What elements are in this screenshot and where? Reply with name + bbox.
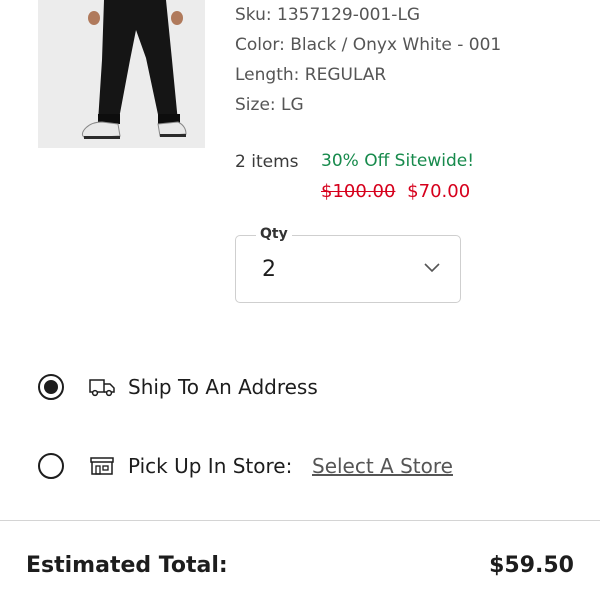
- summary-divider: [0, 520, 600, 521]
- ship-radio[interactable]: [38, 374, 64, 400]
- product-color: Color: Black / Onyx White - 001: [235, 35, 502, 55]
- estimated-total-label: Estimated Total:: [26, 553, 228, 578]
- pickup-radio[interactable]: [38, 453, 64, 479]
- original-price: $100.00: [321, 181, 396, 202]
- sale-price: $70.00: [407, 181, 471, 202]
- product-length: Length: REGULAR: [235, 65, 387, 85]
- quantity-select[interactable]: Qty 2: [235, 226, 461, 303]
- product-image[interactable]: [38, 0, 205, 148]
- product-sku: Sku: 1357129-001-LG: [235, 5, 421, 25]
- truck-icon: [89, 379, 115, 397]
- pickup-option-label[interactable]: Pick Up In Store:: [128, 454, 292, 478]
- estimated-total-value: $59.50: [489, 553, 574, 578]
- price-group: $100.00 $70.00: [321, 181, 470, 202]
- item-count: 2 items: [235, 152, 299, 172]
- quantity-value: 2: [262, 257, 276, 282]
- promo-text: 30% Off Sitewide!: [321, 151, 475, 171]
- product-size: Size: LG: [235, 95, 304, 115]
- select-store-link[interactable]: Select A Store: [312, 454, 453, 478]
- quantity-label: Qty: [256, 226, 292, 242]
- chevron-down-icon: [424, 263, 440, 273]
- product-photo: [38, 0, 205, 148]
- ship-option-label[interactable]: Ship To An Address: [128, 375, 318, 399]
- store-icon: [90, 457, 114, 475]
